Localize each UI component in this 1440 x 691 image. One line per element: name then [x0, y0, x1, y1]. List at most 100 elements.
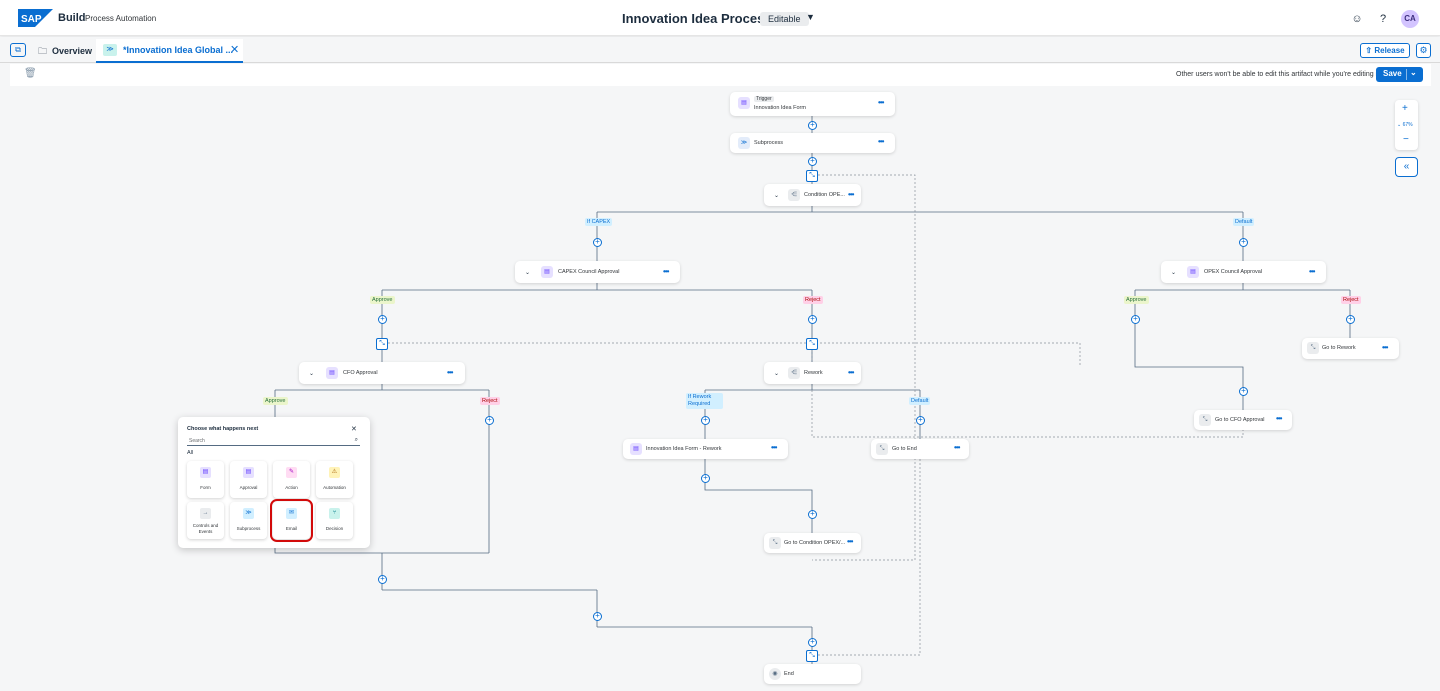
approval-icon: ▤ [326, 367, 338, 379]
more-icon[interactable]: ••• [1309, 267, 1315, 276]
go-to-end-node[interactable]: ⤡ Go to End ••• [871, 439, 969, 459]
branch-label: Approve [263, 397, 288, 405]
add-step-button[interactable]: + [701, 474, 710, 483]
add-step-button[interactable]: + [808, 510, 817, 519]
chooser-title: Choose what happens next [187, 426, 259, 432]
add-step-button[interactable]: + [808, 315, 817, 324]
tile-approval[interactable]: ▤ Approval [230, 461, 267, 498]
more-icon[interactable]: ••• [848, 368, 854, 377]
more-icon[interactable]: ••• [771, 443, 777, 452]
tile-action[interactable]: ✎ Action [273, 461, 310, 498]
go-to-cfo-node[interactable]: ⤡ Go to CFO Approval ••• [1194, 410, 1292, 430]
zoom-in-button[interactable]: + [1402, 103, 1408, 114]
add-step-button[interactable]: + [485, 416, 494, 425]
node-label: Rework [804, 370, 823, 376]
opex-approval-node[interactable]: ⌄ ▤ OPEX Council Approval ••• [1161, 261, 1326, 283]
more-icon[interactable]: ••• [663, 267, 669, 276]
tile-label: Decision [325, 526, 344, 531]
collapse-panel-button[interactable]: « [1395, 157, 1418, 177]
zoom-out-button[interactable]: − [1403, 134, 1409, 145]
node-label: Go to Condition OPEX/... [784, 540, 846, 546]
more-icon[interactable]: ••• [1276, 414, 1282, 423]
add-step-button[interactable]: + [808, 121, 817, 130]
tile-email[interactable]: ✉ Email [270, 499, 313, 542]
condition-node[interactable]: ⌄ ⋲ Condition OPE... ••• [764, 184, 861, 206]
capex-approval-node[interactable]: ⌄ ▤ CAPEX Council Approval ••• [515, 261, 680, 283]
chevron-down-icon[interactable]: ⌄ [774, 370, 779, 377]
trigger-node[interactable]: ▤ Trigger Innovation Idea Form ••• [730, 92, 895, 116]
more-icon[interactable]: ••• [447, 368, 453, 377]
node-label: Innovation Idea Form - Rework [646, 446, 722, 452]
go-to-rework-node[interactable]: ⤡ Go to Rework ••• [1302, 338, 1399, 359]
condition-icon: ⋲ [788, 189, 800, 201]
form-icon: ▤ [200, 467, 211, 478]
tile-label: Subprocess [236, 526, 261, 531]
decision-icon: ⑂ [329, 508, 340, 519]
merge-gateway-icon[interactable]: ⤡ [806, 338, 818, 350]
tile-automation[interactable]: ⚠ Automation [316, 461, 353, 498]
add-step-button[interactable]: + [1239, 238, 1248, 247]
tile-label: Action [285, 485, 298, 490]
branch-label: Reject [1341, 296, 1361, 304]
add-step-button[interactable]: + [378, 575, 387, 584]
more-icon[interactable]: ••• [848, 190, 854, 199]
form-icon: ▤ [630, 443, 642, 455]
add-step-button[interactable]: + [1239, 387, 1248, 396]
approval-icon: ▤ [1187, 266, 1199, 278]
branch-label: Approve [1124, 296, 1149, 304]
rework-form-node[interactable]: ▤ Innovation Idea Form - Rework ••• [623, 439, 788, 459]
subprocess-node[interactable]: ≫ Subprocess ••• [730, 133, 895, 153]
add-step-button[interactable]: + [701, 416, 710, 425]
node-label: Condition OPE... [804, 192, 845, 198]
end-node[interactable]: ◉ End [764, 664, 861, 684]
branch-label: Reject [803, 296, 823, 304]
close-icon[interactable]: ✕ [351, 425, 357, 433]
node-label: Innovation Idea Form [754, 105, 806, 111]
node-label: End [784, 671, 794, 677]
tile-decision[interactable]: ⑂ Decision [316, 502, 353, 539]
add-step-button[interactable]: + [1346, 315, 1355, 324]
tile-label: Controls and Events [192, 523, 219, 534]
chevron-down-icon[interactable]: ⌄ [525, 269, 530, 276]
tile-label: Email [285, 526, 298, 531]
tile-form[interactable]: ▤ Form [187, 461, 224, 498]
cfo-approval-node[interactable]: ⌄ ▤ CFO Approval ••• [299, 362, 465, 384]
add-step-button[interactable]: + [378, 315, 387, 324]
next-step-chooser: Choose what happens next ✕ Search ⌕ All … [178, 417, 370, 548]
tile-label: Approval [239, 485, 258, 490]
more-icon[interactable]: ••• [954, 443, 960, 452]
zoom-level[interactable]: ⌄ 67% [1397, 122, 1413, 128]
merge-gateway-icon[interactable]: ⤡ [806, 650, 818, 662]
tile-subprocess[interactable]: ≫ Subprocess [230, 502, 267, 539]
email-icon: ✉ [286, 508, 297, 519]
subprocess-icon: ≫ [243, 508, 254, 519]
merge-gateway-icon[interactable]: ⤡ [376, 338, 388, 350]
add-step-button[interactable]: + [1131, 315, 1140, 324]
subprocess-icon: ≫ [738, 137, 750, 149]
approval-icon: ▤ [243, 467, 254, 478]
more-icon[interactable]: ••• [878, 98, 884, 107]
go-to-condition-node[interactable]: ⤡ Go to Condition OPEX/... ••• [764, 533, 861, 553]
add-step-button[interactable]: + [808, 157, 817, 166]
merge-gateway-icon[interactable]: ⤡ [806, 170, 818, 182]
add-step-button[interactable]: + [916, 416, 925, 425]
chevron-down-icon[interactable]: ⌄ [309, 370, 314, 377]
more-icon[interactable]: ••• [878, 137, 884, 146]
more-icon[interactable]: ••• [847, 537, 853, 546]
search-input[interactable]: Search ⌕ [187, 436, 360, 446]
branch-label: Approve [370, 296, 395, 304]
branch-label: Default [909, 397, 931, 405]
search-icon[interactable]: ⌕ [355, 437, 358, 444]
goto-icon: ⤡ [1199, 414, 1211, 426]
more-icon[interactable]: ••• [1382, 343, 1388, 352]
end-icon: ◉ [769, 668, 781, 680]
tile-label: Form [200, 485, 211, 490]
add-step-button[interactable]: + [593, 238, 602, 247]
rework-node[interactable]: ⌄ ⋲ Rework ••• [764, 362, 861, 384]
chevron-down-icon[interactable]: ⌄ [774, 192, 779, 199]
chevron-down-icon[interactable]: ⌄ [1171, 269, 1176, 276]
action-icon: ✎ [286, 467, 297, 478]
add-step-button[interactable]: + [808, 638, 817, 647]
tile-controls-events[interactable]: → Controls and Events [187, 502, 224, 539]
add-step-button[interactable]: + [593, 612, 602, 621]
